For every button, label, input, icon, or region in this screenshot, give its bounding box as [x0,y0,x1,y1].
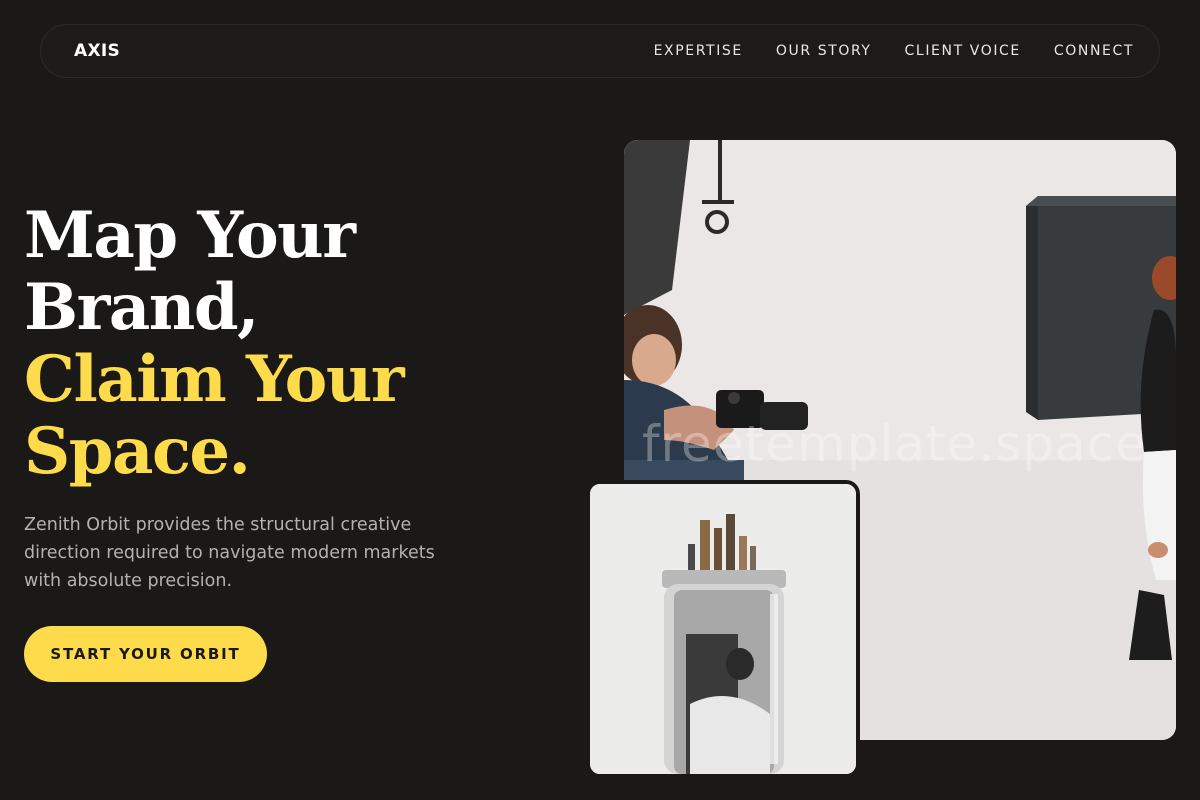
hero-description: Zenith Orbit provides the structural cre… [24,515,435,591]
start-your-orbit-button[interactable]: START YOUR ORBIT [24,626,267,682]
hero-title-line-4: Space. [24,414,251,489]
top-navbar: AXIS EXPERTISE OUR STORY CLIENT VOICE CO… [40,24,1160,78]
nav-link-connect[interactable]: CONNECT [1054,43,1134,59]
nav-link-expertise[interactable]: EXPERTISE [654,43,743,59]
nav-links: EXPERTISE OUR STORY CLIENT VOICE CONNECT [654,43,1134,59]
watermark-text: freetemplate.space [642,415,1147,473]
nav-link-our-story[interactable]: OUR STORY [776,43,872,59]
hero-title: Map Your Brand, Claim Your Space. [24,198,405,489]
hero-title-line-3: Claim Your [24,342,405,417]
hero-title-line-2: Brand, [24,270,259,345]
paintbrush-jar-photo [590,484,856,774]
brand-logo[interactable]: AXIS [74,41,120,61]
hero-title-line-1: Map Your [24,198,356,273]
inset-photo [586,480,860,778]
nav-link-client-voice[interactable]: CLIENT VOICE [905,43,1021,59]
